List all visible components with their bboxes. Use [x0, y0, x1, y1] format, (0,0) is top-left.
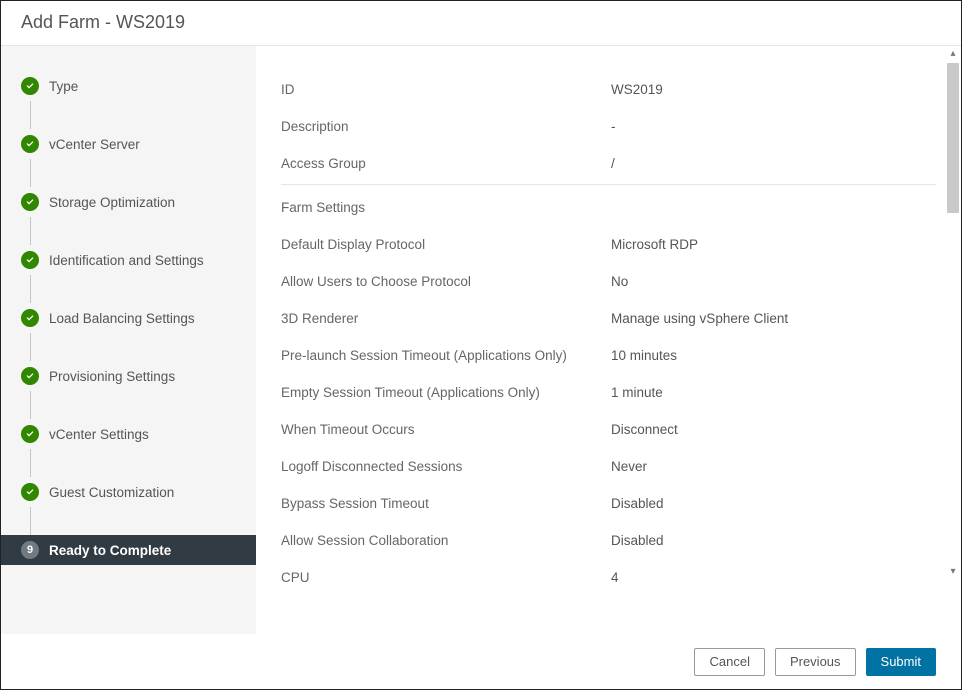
- label: Access Group: [281, 156, 611, 171]
- step-label: vCenter Server: [49, 137, 140, 152]
- step-label: Provisioning Settings: [49, 369, 175, 384]
- summary-row-logoff-disconnected: Logoff Disconnected Sessions Never: [281, 448, 936, 485]
- value: Microsoft RDP: [611, 237, 698, 252]
- step-connector: [30, 333, 257, 361]
- label: Description: [281, 119, 611, 134]
- check-icon: [21, 367, 39, 385]
- label: Allow Session Collaboration: [281, 533, 611, 548]
- label: 3D Renderer: [281, 311, 611, 326]
- cancel-button[interactable]: Cancel: [694, 648, 764, 676]
- value: Disabled: [611, 496, 664, 511]
- summary-row-description: Description -: [281, 108, 936, 145]
- check-icon: [21, 193, 39, 211]
- wizard-steps: Type vCenter Server Storage Optimization: [1, 46, 256, 634]
- label: ID: [281, 82, 611, 97]
- step-provisioning[interactable]: Provisioning Settings: [1, 361, 256, 391]
- step-identification-settings[interactable]: Identification and Settings: [1, 245, 256, 275]
- value: /: [611, 156, 615, 171]
- summary-row-3d-renderer: 3D Renderer Manage using vSphere Client: [281, 300, 936, 337]
- summary-row-default-protocol: Default Display Protocol Microsoft RDP: [281, 226, 936, 263]
- check-icon: [21, 135, 39, 153]
- step-label: Load Balancing Settings: [49, 311, 195, 326]
- label: CPU: [281, 570, 611, 585]
- step-guest-customization[interactable]: Guest Customization: [1, 477, 256, 507]
- step-storage-optimization[interactable]: Storage Optimization: [1, 187, 256, 217]
- value: -: [611, 119, 616, 134]
- summary-row-id: ID WS2019: [281, 71, 936, 108]
- label: Empty Session Timeout (Applications Only…: [281, 385, 611, 400]
- value: Never: [611, 459, 647, 474]
- check-icon: [21, 309, 39, 327]
- summary-row-access-group: Access Group /: [281, 145, 936, 182]
- value: Disabled: [611, 533, 664, 548]
- step-label: Storage Optimization: [49, 195, 175, 210]
- step-connector: [30, 217, 257, 245]
- summary-row-cpu: CPU 4: [281, 559, 936, 596]
- summary-content[interactable]: ID WS2019 Description - Access Group / F…: [256, 46, 961, 634]
- summary-row-session-collaboration: Allow Session Collaboration Disabled: [281, 522, 936, 559]
- dialog-body: Type vCenter Server Storage Optimization: [1, 46, 961, 634]
- label: Logoff Disconnected Sessions: [281, 459, 611, 474]
- label: Pre-launch Session Timeout (Applications…: [281, 348, 611, 363]
- step-load-balancing[interactable]: Load Balancing Settings: [1, 303, 256, 333]
- step-connector: [30, 391, 257, 419]
- label: Allow Users to Choose Protocol: [281, 274, 611, 289]
- step-label: Identification and Settings: [49, 253, 204, 268]
- previous-button[interactable]: Previous: [775, 648, 856, 676]
- summary-row-prelaunch-timeout: Pre-launch Session Timeout (Applications…: [281, 337, 936, 374]
- step-connector: [30, 101, 257, 129]
- step-type[interactable]: Type: [1, 71, 256, 101]
- step-vcenter-server[interactable]: vCenter Server: [1, 129, 256, 159]
- step-label: vCenter Settings: [49, 427, 149, 442]
- value: 1 minute: [611, 385, 663, 400]
- value: 4: [611, 570, 619, 585]
- value: WS2019: [611, 82, 663, 97]
- step-label: Ready to Complete: [49, 543, 171, 558]
- summary-row-when-timeout: When Timeout Occurs Disconnect: [281, 411, 936, 448]
- step-vcenter-settings[interactable]: vCenter Settings: [1, 419, 256, 449]
- summary-row-empty-session-timeout: Empty Session Timeout (Applications Only…: [281, 374, 936, 411]
- label: Bypass Session Timeout: [281, 496, 611, 511]
- value: Disconnect: [611, 422, 678, 437]
- step-number-icon: 9: [21, 541, 39, 559]
- value: 10 minutes: [611, 348, 677, 363]
- add-farm-dialog: Add Farm - WS2019 Type vCenter Server: [0, 0, 962, 690]
- value: No: [611, 274, 628, 289]
- section-title: Farm Settings: [281, 200, 375, 215]
- label: Default Display Protocol: [281, 237, 611, 252]
- step-label: Type: [49, 79, 78, 94]
- dialog-footer: Cancel Previous Submit: [1, 634, 961, 689]
- section-farm-settings: Farm Settings: [281, 184, 936, 226]
- dialog-header: Add Farm - WS2019: [1, 1, 961, 46]
- summary-row-choose-protocol: Allow Users to Choose Protocol No: [281, 263, 936, 300]
- check-icon: [21, 77, 39, 95]
- check-icon: [21, 483, 39, 501]
- step-connector: [30, 449, 257, 477]
- step-connector: [30, 275, 257, 303]
- check-icon: [21, 425, 39, 443]
- summary-row-bypass-session-timeout: Bypass Session Timeout Disabled: [281, 485, 936, 522]
- label: When Timeout Occurs: [281, 422, 611, 437]
- step-label: Guest Customization: [49, 485, 174, 500]
- submit-button[interactable]: Submit: [866, 648, 936, 676]
- step-connector: [30, 507, 257, 535]
- dialog-title: Add Farm - WS2019: [21, 12, 185, 32]
- check-icon: [21, 251, 39, 269]
- step-ready-to-complete[interactable]: 9 Ready to Complete: [1, 535, 256, 565]
- step-connector: [30, 159, 257, 187]
- value: Manage using vSphere Client: [611, 311, 788, 326]
